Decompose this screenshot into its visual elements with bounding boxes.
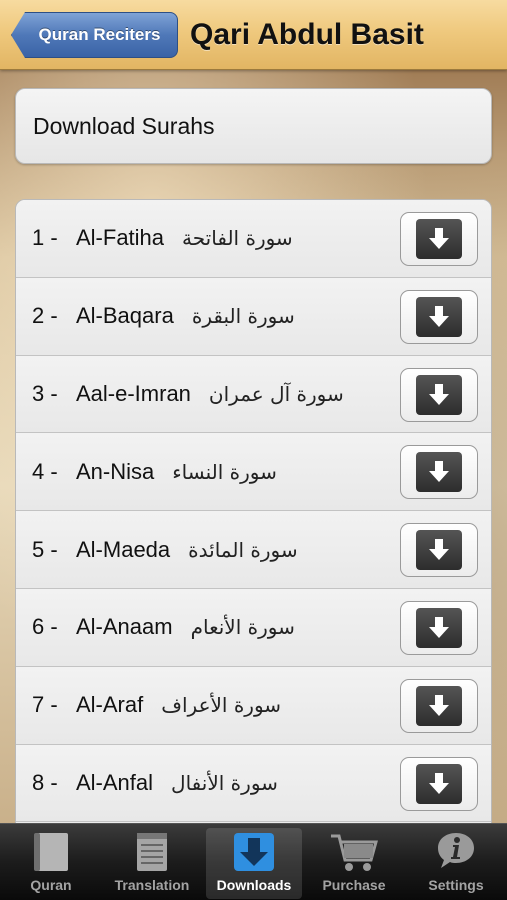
surah-row[interactable]: 8 - Al-Anfal سورة الأنفال — [16, 744, 491, 823]
tab-label: Translation — [114, 877, 190, 893]
surah-row[interactable]: 5 - Al-Maeda سورة المائدة — [16, 511, 491, 589]
surah-name: Al-Maeda — [76, 536, 171, 562]
surah-number: 3 - — [32, 380, 58, 406]
surah-number: 1 - — [32, 225, 58, 251]
surah-number: 8 - — [32, 769, 58, 795]
cart-icon — [328, 830, 380, 874]
surah-number: 4 - — [32, 458, 58, 484]
download-arrow-icon — [416, 763, 462, 804]
surah-row[interactable]: 4 - An-Nisa سورة النساء — [16, 433, 491, 512]
surah-arabic-name: سورة البقرة — [191, 304, 295, 329]
tab-label: Settings — [428, 877, 484, 893]
surah-name: Aal-e-Imran — [76, 380, 191, 406]
tab-label: Purchase — [322, 877, 386, 893]
surah-arabic-name: سورة آل عمران — [208, 381, 344, 406]
surah-name: An-Nisa — [76, 458, 155, 484]
download-button[interactable] — [400, 600, 478, 655]
download-button[interactable] — [400, 367, 478, 422]
surah-arabic-name: سورة النساء — [172, 459, 277, 484]
surah-arabic-name: سورة المائدة — [188, 537, 298, 562]
download-surahs-header[interactable]: Download Surahs — [15, 88, 492, 164]
surah-name: Al-Araf — [76, 692, 144, 718]
download-arrow-icon — [416, 219, 462, 259]
navigation-bar: Quran Reciters Qari Abdul Basit — [0, 0, 507, 70]
tab-label: Downloads — [216, 877, 292, 893]
download-icon — [228, 830, 280, 874]
back-button[interactable]: Quran Reciters — [11, 12, 178, 58]
surah-arabic-name: سورة الأعراف — [161, 693, 282, 718]
tab-label: Quran — [30, 877, 72, 893]
back-button-label: Quran Reciters — [38, 25, 161, 44]
download-button[interactable] — [400, 523, 478, 578]
tab-quran[interactable]: Quran — [3, 828, 99, 899]
tab-bar: Quran Translation Downloads Purchase Set… — [0, 823, 507, 900]
surah-row[interactable]: 3 - Aal-e-Imran سورة آل عمران — [16, 355, 491, 434]
download-surahs-label: Download Surahs — [33, 112, 215, 139]
download-button[interactable] — [400, 289, 478, 344]
surah-number: 5 - — [32, 536, 58, 562]
download-arrow-icon — [416, 296, 462, 337]
download-arrow-icon — [416, 607, 462, 648]
page-title: Qari Abdul Basit — [190, 18, 424, 51]
download-arrow-icon — [416, 374, 462, 415]
tab-settings[interactable]: Settings — [408, 828, 504, 899]
book-icon — [25, 830, 77, 874]
tab-translation[interactable]: Translation — [104, 828, 200, 899]
info-icon — [430, 830, 482, 874]
surah-arabic-name: سورة الأنعام — [190, 615, 295, 640]
download-arrow-icon — [416, 530, 462, 571]
surah-row[interactable]: 1 - Al-Fatiha سورة الفاتحة — [16, 200, 491, 278]
tab-downloads[interactable]: Downloads — [206, 828, 302, 899]
surah-row[interactable]: 2 - Al-Baqara سورة البقرة — [16, 277, 491, 356]
surah-name: Al-Fatiha — [76, 225, 165, 251]
surah-row[interactable]: 7 - Al-Araf سورة الأعراف — [16, 666, 491, 745]
download-arrow-icon — [416, 685, 462, 726]
surah-number: 6 - — [32, 614, 58, 640]
surah-name: Al-Baqara — [76, 303, 174, 329]
surah-row[interactable]: 6 - Al-Anaam سورة الأنعام — [16, 588, 491, 667]
download-button[interactable] — [400, 212, 478, 266]
download-button[interactable] — [400, 756, 478, 811]
surah-arabic-name: سورة الأنفال — [171, 770, 278, 795]
surah-name: Al-Anfal — [76, 769, 154, 795]
surah-list: 1 - Al-Fatiha سورة الفاتحة 2 - Al-Baqara… — [15, 199, 492, 829]
download-arrow-icon — [416, 452, 462, 493]
surah-name: Al-Anaam — [76, 614, 173, 640]
tab-purchase[interactable]: Purchase — [306, 828, 402, 899]
download-button[interactable] — [400, 678, 478, 733]
surah-arabic-name: سورة الفاتحة — [182, 226, 293, 251]
surah-number: 2 - — [32, 303, 58, 329]
surah-number: 7 - — [32, 692, 58, 718]
download-button[interactable] — [400, 445, 478, 500]
notepad-icon — [126, 830, 178, 874]
